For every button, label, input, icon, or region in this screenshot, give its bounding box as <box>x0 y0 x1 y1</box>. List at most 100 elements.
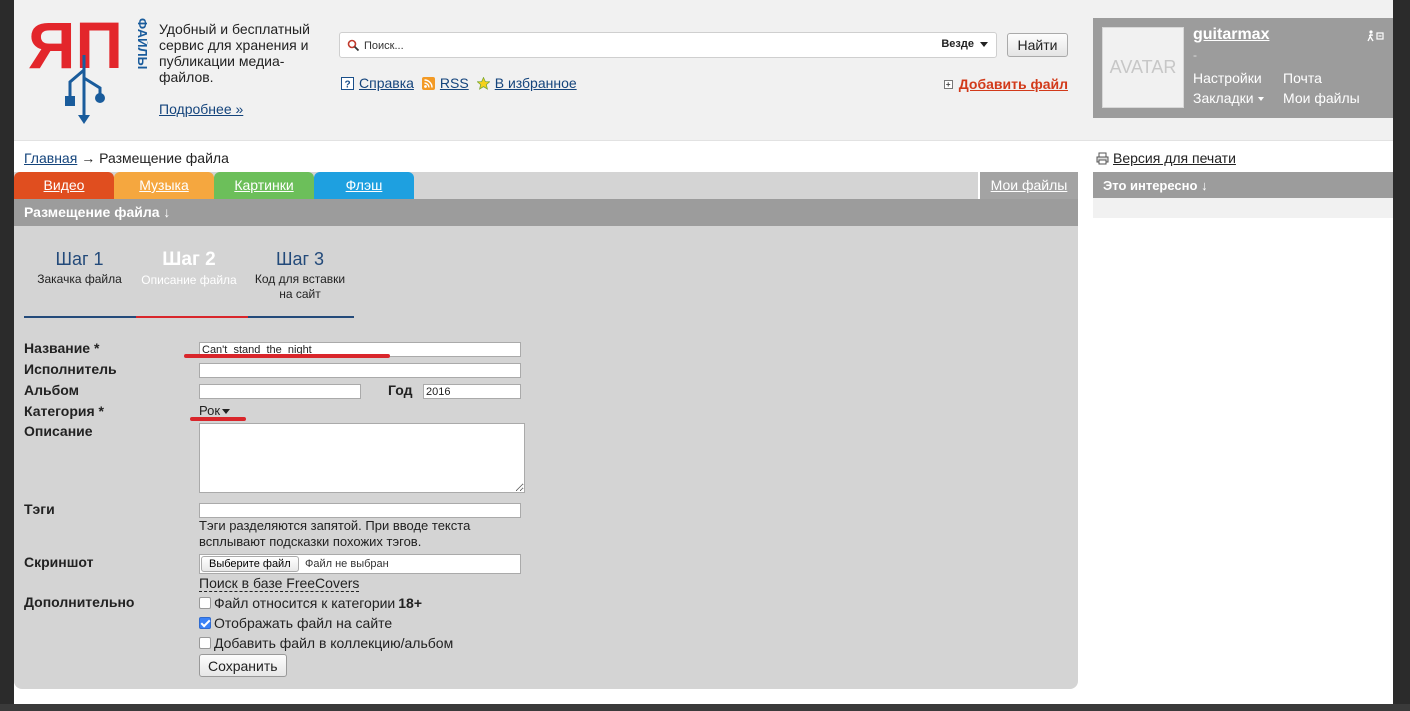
more-link[interactable]: Подробнее » <box>159 101 243 117</box>
search-icon <box>347 39 360 52</box>
search-scope-label: Везде <box>941 38 974 50</box>
category-highlight-mark <box>190 417 246 421</box>
breadcrumb-current: → Размещение файла <box>81 150 229 166</box>
upload-panel: Размещение файла ↓ Шаг 1 Закачка файла Ш… <box>14 199 1078 689</box>
add-file-link[interactable]: Добавить файл <box>959 76 1068 92</box>
freecovers-search-link[interactable]: Поиск в базе FreeCovers <box>199 575 360 592</box>
step-1-number: Шаг 1 <box>55 249 104 269</box>
rss-icon <box>421 76 435 90</box>
help-icon: ? <box>341 76 354 90</box>
tab-pictures[interactable]: Картинки <box>214 172 314 199</box>
step-3-description: Код для вставки на сайт <box>254 272 346 301</box>
mail-link[interactable]: Почта <box>1283 70 1322 86</box>
settings-link[interactable]: Настройки <box>1193 70 1262 86</box>
step-3-underline <box>248 316 354 318</box>
tab-flash[interactable]: Флэш <box>314 172 414 199</box>
print-version-group: Версия для печати <box>1096 150 1236 166</box>
bookmarks-label: Закладки <box>1193 90 1254 106</box>
extra-label: Дополнительно <box>24 594 135 610</box>
search-box: Везде <box>339 32 997 58</box>
favorites-link[interactable]: В избранное <box>495 75 577 91</box>
adult-checkbox-bold: 18+ <box>398 595 422 611</box>
choose-file-button[interactable]: Выберите файл <box>201 556 299 572</box>
add-file-group: + Добавить файл <box>943 76 1068 92</box>
star-icon <box>476 76 490 90</box>
step-1-underline <box>24 316 136 318</box>
step-3-number: Шаг 3 <box>275 249 325 269</box>
rss-link-group: RSS <box>421 75 469 91</box>
section-title: Размещение файла ↓ <box>14 199 1078 226</box>
album-label: Альбом <box>24 382 79 398</box>
category-tabs: Видео Музыка Картинки Флэш Мои файлы <box>14 172 1078 199</box>
step-2: Шаг 2 Описание файла <box>136 249 242 288</box>
tags-hint: Тэги разделяются запятой. При вводе текс… <box>199 518 471 549</box>
site-header: ЯП ФАЙЛЫ Удобный и бесплатный сервис для… <box>14 0 1393 141</box>
chevron-down-icon <box>222 409 231 415</box>
avatar[interactable]: AVATAR <box>1102 27 1184 108</box>
artist-label: Исполнитель <box>24 361 117 377</box>
step-1-description: Закачка файла <box>37 272 122 286</box>
show-on-site-checkbox-label: Отображать файл на сайте <box>214 615 393 631</box>
interest-header[interactable]: Это интересно ↓ <box>1093 172 1393 198</box>
tab-music[interactable]: Музыка <box>114 172 214 199</box>
screenshot-label: Скриншот <box>24 554 94 570</box>
add-to-collection-checkbox[interactable] <box>199 637 211 649</box>
step-1: Шаг 1 Закачка файла <box>32 249 127 287</box>
logo-letters: ЯП <box>28 10 123 82</box>
logo-subtitle: ФАЙЛЫ <box>135 18 148 69</box>
tab-video[interactable]: Видео <box>14 172 114 199</box>
name-highlight-mark <box>184 354 390 358</box>
page: ЯП ФАЙЛЫ Удобный и бесплатный сервис для… <box>14 0 1393 704</box>
show-on-site-checkbox-row[interactable]: Отображать файл на сайте <box>199 615 392 631</box>
username-link[interactable]: guitarmax <box>1193 26 1269 44</box>
printer-icon <box>1096 152 1109 164</box>
plus-icon: + <box>943 79 953 89</box>
search-scope-dropdown[interactable]: Везде <box>941 38 988 50</box>
save-button[interactable]: Сохранить <box>199 654 287 677</box>
print-version-link[interactable]: Версия для печати <box>1113 150 1236 166</box>
tags-label: Тэги <box>24 501 55 517</box>
rss-link[interactable]: RSS <box>440 75 469 91</box>
bottom-bar <box>0 704 1410 711</box>
favorites-link-group: В избранное <box>476 75 577 91</box>
step-3: Шаг 3 Код для вставки на сайт <box>248 249 352 302</box>
show-on-site-checkbox[interactable] <box>199 617 211 629</box>
file-status: Файл не выбран <box>305 558 389 570</box>
adult-checkbox-label: Файл относится к категории <box>214 595 396 611</box>
description-label: Описание <box>24 423 93 439</box>
category-label: Категория * <box>24 403 105 419</box>
site-tagline: Удобный и бесплатный сервис для хранения… <box>159 21 310 85</box>
user-panel: AVATAR guitarmax - Настройки Почта Закла… <box>1093 18 1393 118</box>
site-logo[interactable]: ЯП ФАЙЛЫ <box>26 10 148 126</box>
interest-content <box>1093 198 1393 218</box>
add-to-collection-checkbox-label: Добавить файл в коллекцию/альбом <box>214 635 454 651</box>
description-textarea[interactable] <box>199 423 525 493</box>
tags-input[interactable] <box>199 503 521 518</box>
year-label: Год <box>388 382 413 398</box>
step-2-description: Описание файла <box>141 273 237 287</box>
bookmarks-menu[interactable]: Закладки <box>1193 90 1264 106</box>
search-input[interactable] <box>364 36 924 55</box>
category-value: Рок <box>199 403 221 418</box>
breadcrumb-home[interactable]: Главная <box>24 150 77 166</box>
step-2-number: Шаг 2 <box>162 249 216 270</box>
user-mode-icons[interactable] <box>1366 30 1384 42</box>
search-button[interactable]: Найти <box>1007 33 1068 57</box>
add-to-collection-checkbox-row[interactable]: Добавить файл в коллекцию/альбом <box>199 635 453 651</box>
header-links: ? Справка RSS В избранное <box>341 75 577 91</box>
adult-checkbox-row[interactable]: Файл относится к категории 18+ <box>199 595 422 611</box>
user-status: - <box>1193 48 1197 62</box>
svg-text:?: ? <box>344 79 350 90</box>
help-link[interactable]: Справка <box>359 75 414 91</box>
album-input[interactable] <box>199 384 361 399</box>
adult-checkbox[interactable] <box>199 597 211 609</box>
category-dropdown[interactable]: Рок <box>199 403 231 418</box>
artist-input[interactable] <box>199 363 521 378</box>
breadcrumb: Главная → Размещение файла <box>24 150 229 166</box>
year-input[interactable] <box>423 384 521 399</box>
screenshot-file-input: Выберите файл Файл не выбран <box>199 554 521 574</box>
chevron-down-icon <box>980 41 988 47</box>
chevron-down-icon <box>1257 97 1264 102</box>
my-files-link[interactable]: Мои файлы <box>1283 90 1360 106</box>
tab-my-files[interactable]: Мои файлы <box>978 172 1078 199</box>
